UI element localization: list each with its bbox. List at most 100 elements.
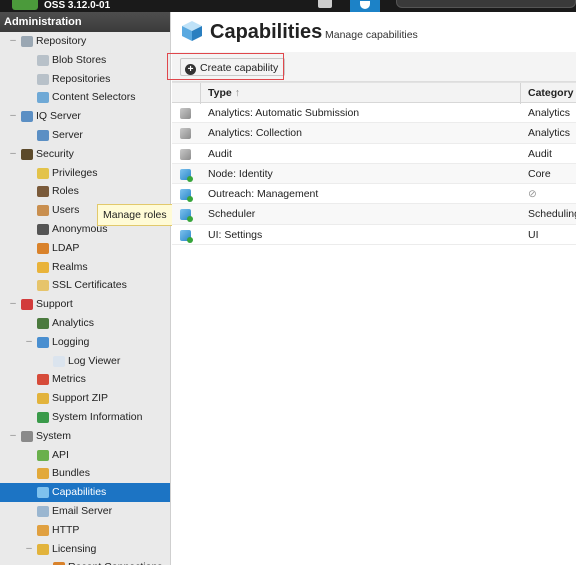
sidebar-item-label: System Information (52, 410, 143, 423)
sidebar-header: Administration (0, 12, 170, 32)
capability-active-icon (180, 168, 193, 182)
sidebar-item-system-information[interactable]: System Information (0, 408, 170, 427)
sidebar-item-repository[interactable]: – Repository (0, 32, 170, 51)
sidebar-item-http[interactable]: HTTP (0, 521, 170, 540)
users-icon (37, 205, 49, 217)
iq-server-icon (21, 111, 33, 123)
sidebar-item-analytics[interactable]: Analytics (0, 314, 170, 333)
sidebar-item-support[interactable]: – Support (0, 295, 170, 314)
table-row[interactable]: Audit Audit (172, 144, 576, 164)
sidebar-item-logging[interactable]: – Logging (0, 333, 170, 352)
licensing-icon (37, 543, 49, 555)
content-selectors-icon (37, 92, 49, 104)
sidebar-item-system[interactable]: – System (0, 427, 170, 446)
email-server-icon (37, 505, 49, 517)
api-icon (37, 449, 49, 461)
sidebar-item-bundles[interactable]: Bundles (0, 464, 170, 483)
sidebar-item-label: Repositories (52, 72, 111, 85)
column-header-category[interactable]: Category (528, 83, 574, 103)
sidebar-item-log-viewer[interactable]: Log Viewer (0, 352, 170, 371)
collapse-toggle-icon[interactable]: – (9, 145, 17, 164)
table-row[interactable]: Node: Identity Core (172, 163, 576, 185)
sidebar-item-label: Server (52, 128, 83, 141)
security-icon (21, 148, 33, 160)
sidebar-item-content-selectors[interactable]: Content Selectors (0, 88, 170, 107)
server-icon (37, 129, 49, 141)
column-separator (520, 83, 521, 104)
navigation-tree: – Repository Blob Stores Repositories Conten… (0, 32, 170, 565)
sidebar-item-label: Support (36, 298, 73, 311)
sidebar-item-label: Repository (36, 35, 87, 47)
sort-up-icon: ↑ (234, 87, 240, 99)
collapse-toggle-icon[interactable]: – (9, 32, 17, 51)
collapse-toggle-icon[interactable]: – (9, 295, 17, 314)
sidebar-item-label: Users (52, 204, 80, 217)
gear-icon (360, 1, 370, 9)
cell-category: UI (528, 228, 539, 241)
sidebar: Administration – Repository Blob Stores Rep… (0, 12, 171, 565)
sidebar-item-security[interactable]: – Security (0, 145, 170, 164)
table-body: Analytics: Automatic Submission Analytics… (172, 103, 576, 246)
sidebar-item-server[interactable]: Server (0, 126, 170, 145)
sidebar-item-metrics[interactable]: Metrics (0, 370, 170, 389)
bundles-icon (37, 468, 49, 480)
system-icon (21, 430, 33, 442)
main-panel: Capabilities Manage capabilities + Create… (167, 12, 576, 565)
top-bar: OSS 3.12.0-01 (0, 0, 576, 12)
table-row[interactable]: Analytics: Collection Analytics (172, 123, 576, 144)
sidebar-item-blob-stores[interactable]: Blob Stores (0, 51, 170, 70)
highlight-box (167, 53, 284, 80)
sidebar-item-label: Content Selectors (52, 91, 136, 104)
capability-active-icon (180, 189, 193, 203)
sidebar-item-label: API (52, 448, 69, 461)
search-input[interactable] (396, 0, 576, 8)
sidebar-item-api[interactable]: API (0, 446, 170, 465)
sidebar-item-label: Privileges (52, 166, 98, 179)
collapse-toggle-icon[interactable]: – (9, 427, 17, 446)
sidebar-item-licensing[interactable]: – Licensing (0, 540, 170, 559)
table-row[interactable]: UI: Settings UI (172, 225, 576, 246)
cell-type: Scheduler (208, 208, 256, 221)
cell-type: Analytics: Collection (208, 127, 302, 140)
browse-button[interactable] (318, 0, 332, 8)
analytics-icon (37, 317, 49, 329)
collapse-toggle-icon[interactable]: – (25, 333, 33, 352)
sidebar-item-label: Log Viewer (68, 354, 121, 367)
sidebar-item-realms[interactable]: Realms (0, 258, 170, 277)
collapse-toggle-icon[interactable]: – (25, 540, 33, 559)
sidebar-item-ssl-certificates[interactable]: SSL Certificates (0, 276, 170, 295)
administration-button[interactable] (350, 0, 380, 12)
blob-stores-icon (37, 54, 49, 66)
sidebar-item-label: Bundles (52, 467, 90, 480)
sidebar-item-ldap[interactable]: LDAP (0, 239, 170, 258)
sidebar-item-email-server[interactable]: Email Server (0, 502, 170, 521)
cell-category: Core (528, 167, 551, 180)
sidebar-item-label: Roles (52, 185, 79, 198)
cell-category: Audit (528, 147, 552, 160)
sidebar-item-recent-connections[interactable]: Recent Connections (0, 558, 170, 565)
sidebar-item-label: Metrics (52, 373, 86, 386)
ssl-certificates-icon (37, 280, 49, 292)
sidebar-item-label: Blob Stores (52, 53, 107, 66)
sidebar-item-label: Logging (52, 335, 90, 348)
column-header-type[interactable]: Type ↑ (208, 83, 240, 103)
sidebar-item-label: System (36, 429, 72, 442)
sidebar-item-label: Analytics (52, 316, 95, 329)
sidebar-item-iq-server[interactable]: – IQ Server (0, 107, 170, 126)
metrics-icon (37, 374, 49, 386)
sidebar-item-label: SSL Certificates (52, 279, 127, 292)
anonymous-icon (37, 223, 49, 235)
logging-icon (37, 336, 49, 348)
table-row[interactable]: Scheduler Scheduling (172, 204, 576, 225)
cell-type: UI: Settings (208, 228, 263, 241)
sidebar-item-capabilities[interactable]: Capabilities (0, 483, 170, 502)
sidebar-item-support-zip[interactable]: Support ZIP (0, 389, 170, 408)
sidebar-item-label: Recent Connections (68, 558, 163, 565)
sidebar-item-privileges[interactable]: Privileges (0, 164, 170, 183)
sidebar-item-roles[interactable]: Roles (0, 182, 170, 201)
table-row[interactable]: Analytics: Automatic Submission Analytics (172, 103, 576, 124)
cell-type: Audit (208, 147, 232, 160)
table-row[interactable]: Outreach: Management ⊘ (172, 184, 576, 205)
sidebar-item-repositories[interactable]: Repositories (0, 70, 170, 89)
collapse-toggle-icon[interactable]: – (9, 107, 17, 126)
